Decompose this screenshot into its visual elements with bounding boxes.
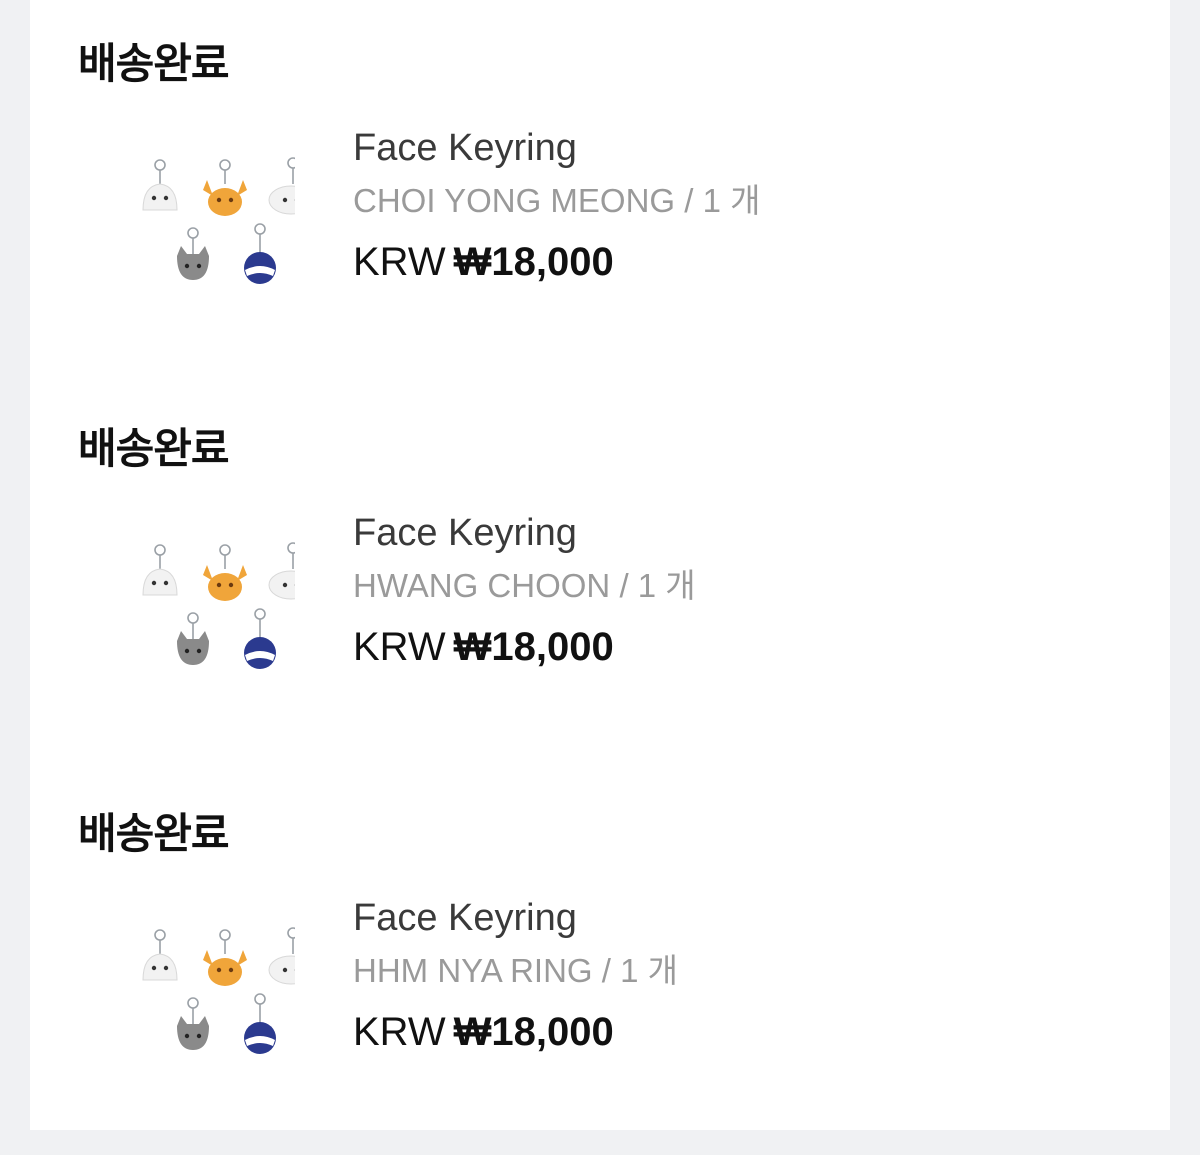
order-item[interactable]: 배송완료 Face Keyring CHOI YONG MEONG / 1 개 … xyxy=(30,0,1170,385)
delivery-status: 배송완료 xyxy=(78,30,229,91)
quantity: / 1 개 xyxy=(684,182,760,219)
product-name[interactable]: Face Keyring xyxy=(353,510,696,556)
option-name: HHM NYA RING xyxy=(353,952,593,989)
quantity: / 1 개 xyxy=(602,952,678,989)
product-info: Face Keyring HWANG CHOON / 1 개 KRW₩18,00… xyxy=(353,510,696,672)
keyring-image-icon xyxy=(105,535,295,695)
product-name[interactable]: Face Keyring xyxy=(353,125,760,171)
keyring-image-icon xyxy=(105,150,295,310)
product-thumbnail[interactable] xyxy=(105,150,295,310)
order-item[interactable]: 배송완료 Face Keyring HHM NYA RING / 1 개 KRW… xyxy=(30,770,1170,1155)
currency-label: KRW xyxy=(353,1010,446,1054)
price-amount: ₩18,000 xyxy=(454,625,614,669)
currency-label: KRW xyxy=(353,625,446,669)
product-option: HHM NYA RING / 1 개 xyxy=(353,949,678,993)
product-price: KRW₩18,000 xyxy=(353,1007,678,1057)
product-thumbnail[interactable] xyxy=(105,535,295,695)
product-price: KRW₩18,000 xyxy=(353,622,696,672)
order-list-panel: 배송완료 Face Keyring CHOI YONG MEONG / 1 개 … xyxy=(30,0,1170,1130)
currency-label: KRW xyxy=(353,240,446,284)
delivery-status: 배송완료 xyxy=(78,415,229,476)
product-price: KRW₩18,000 xyxy=(353,237,760,287)
product-info: Face Keyring CHOI YONG MEONG / 1 개 KRW₩1… xyxy=(353,125,760,287)
option-name: HWANG CHOON xyxy=(353,567,610,604)
delivery-status: 배송완료 xyxy=(78,800,229,861)
product-thumbnail[interactable] xyxy=(105,920,295,1080)
price-amount: ₩18,000 xyxy=(454,1010,614,1054)
quantity: / 1 개 xyxy=(619,567,695,604)
product-info: Face Keyring HHM NYA RING / 1 개 KRW₩18,0… xyxy=(353,895,678,1057)
product-option: CHOI YONG MEONG / 1 개 xyxy=(353,179,760,223)
keyring-image-icon xyxy=(105,920,295,1080)
product-name[interactable]: Face Keyring xyxy=(353,895,678,941)
price-amount: ₩18,000 xyxy=(454,240,614,284)
product-option: HWANG CHOON / 1 개 xyxy=(353,564,696,608)
option-name: CHOI YONG MEONG xyxy=(353,182,675,219)
order-item[interactable]: 배송완료 Face Keyring HWANG CHOON / 1 개 KRW₩… xyxy=(30,385,1170,770)
